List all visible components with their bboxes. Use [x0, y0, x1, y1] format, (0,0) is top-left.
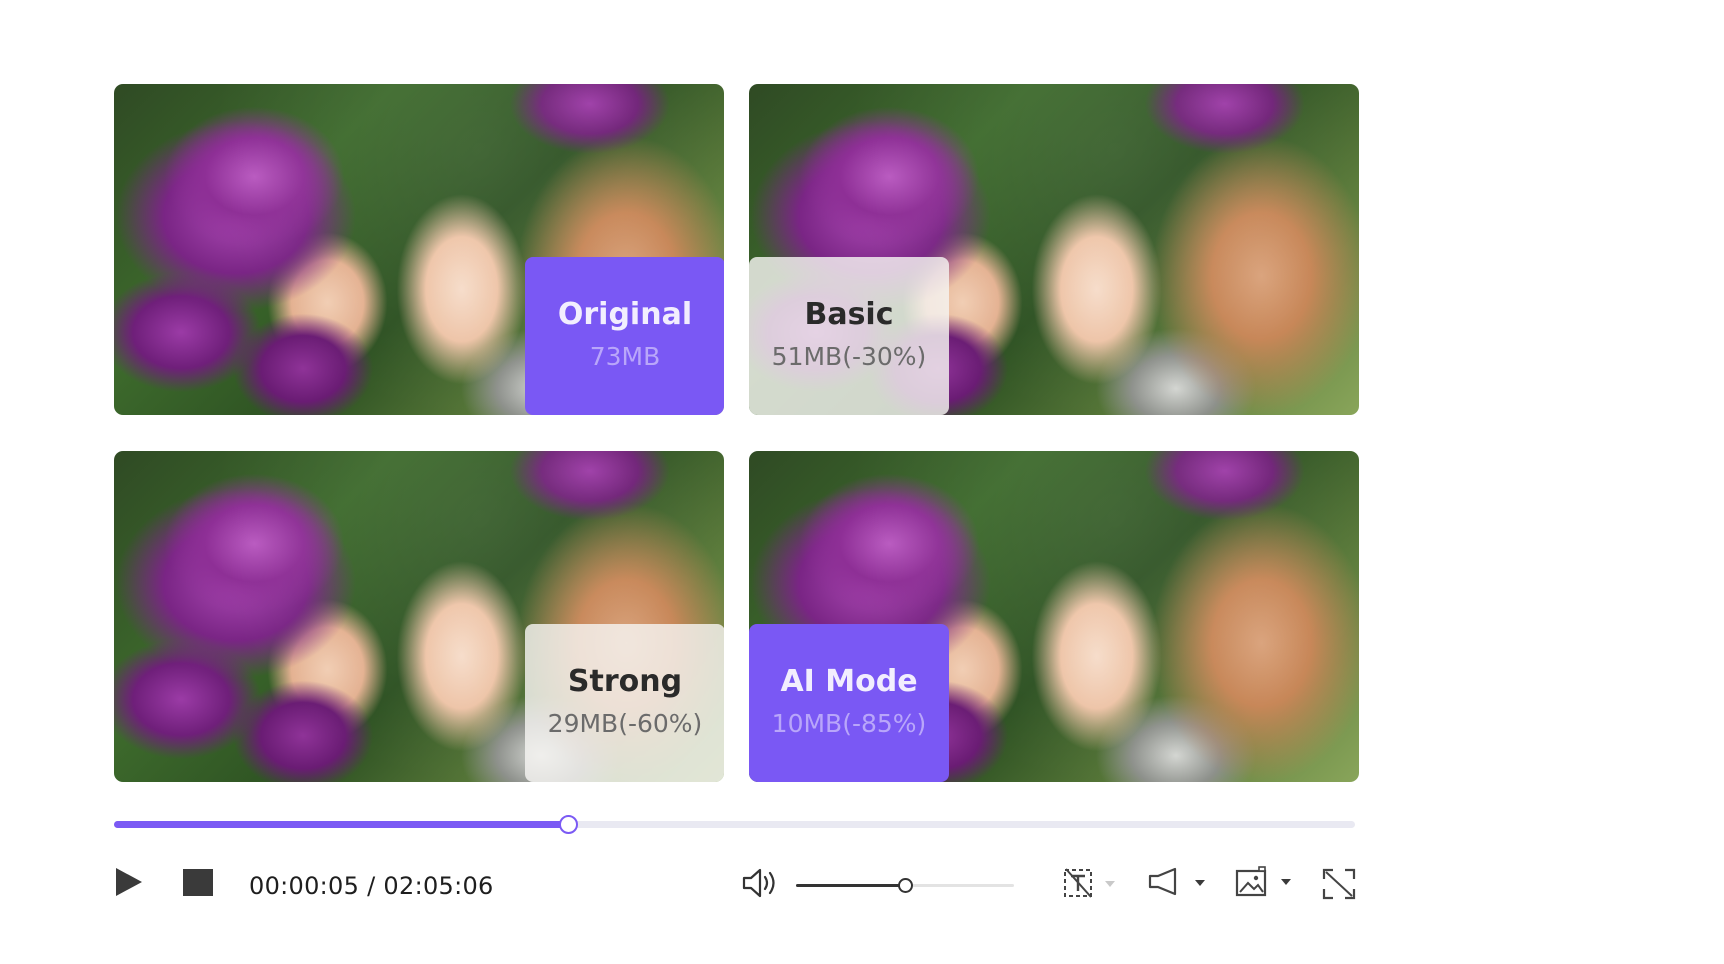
progress-fill — [114, 821, 569, 828]
watermark-off-icon — [1064, 868, 1115, 898]
audio-track-button[interactable] — [1147, 866, 1211, 902]
stop-icon — [183, 869, 213, 896]
quality-name: Original — [557, 297, 693, 332]
volume-button[interactable] — [741, 866, 779, 904]
video-tile-strong[interactable]: Strong 29MB(-60%) — [114, 451, 724, 782]
speaker-icon — [742, 868, 775, 898]
quality-label-basic: Basic 51MB(-30%) — [749, 257, 949, 415]
quality-name: Basic — [804, 297, 894, 332]
video-tile-original[interactable]: Original 73MB — [114, 84, 724, 415]
chevron-down-icon — [1195, 880, 1205, 886]
quality-size: 51MB(-30%) — [771, 342, 927, 371]
volume-slider[interactable] — [796, 878, 1014, 893]
stop-button[interactable] — [183, 869, 213, 901]
quality-label-ai-mode: AI Mode 10MB(-85%) — [749, 624, 949, 782]
speaker-track-icon — [1148, 867, 1205, 896]
play-button[interactable] — [114, 866, 144, 902]
fullscreen-icon — [1322, 868, 1356, 900]
quality-name: AI Mode — [780, 664, 918, 699]
volume-handle[interactable] — [898, 878, 913, 893]
watermark-toggle-button[interactable] — [1062, 867, 1128, 903]
quality-name: Strong — [567, 664, 683, 699]
quality-label-strong: Strong 29MB(-60%) — [525, 624, 724, 782]
quality-size: 73MB — [589, 342, 661, 371]
playback-progress-bar[interactable] — [114, 815, 1355, 834]
time-display: 00:00:05 / 02:05:06 — [249, 872, 494, 900]
quality-size: 29MB(-60%) — [547, 709, 703, 738]
video-tile-ai-mode[interactable]: AI Mode 10MB(-85%) — [749, 451, 1359, 782]
chevron-down-icon — [1281, 879, 1291, 885]
fullscreen-button[interactable] — [1322, 868, 1356, 904]
snapshot-button[interactable] — [1234, 865, 1298, 903]
volume-fill — [796, 884, 905, 887]
quality-size: 10MB(-85%) — [771, 709, 927, 738]
video-tile-basic[interactable]: Basic 51MB(-30%) — [749, 84, 1359, 415]
play-icon — [116, 868, 142, 896]
quality-label-original: Original 73MB — [525, 257, 724, 415]
image-snapshot-icon — [1235, 866, 1291, 897]
progress-handle[interactable] — [559, 815, 579, 834]
chevron-down-icon — [1105, 881, 1115, 887]
